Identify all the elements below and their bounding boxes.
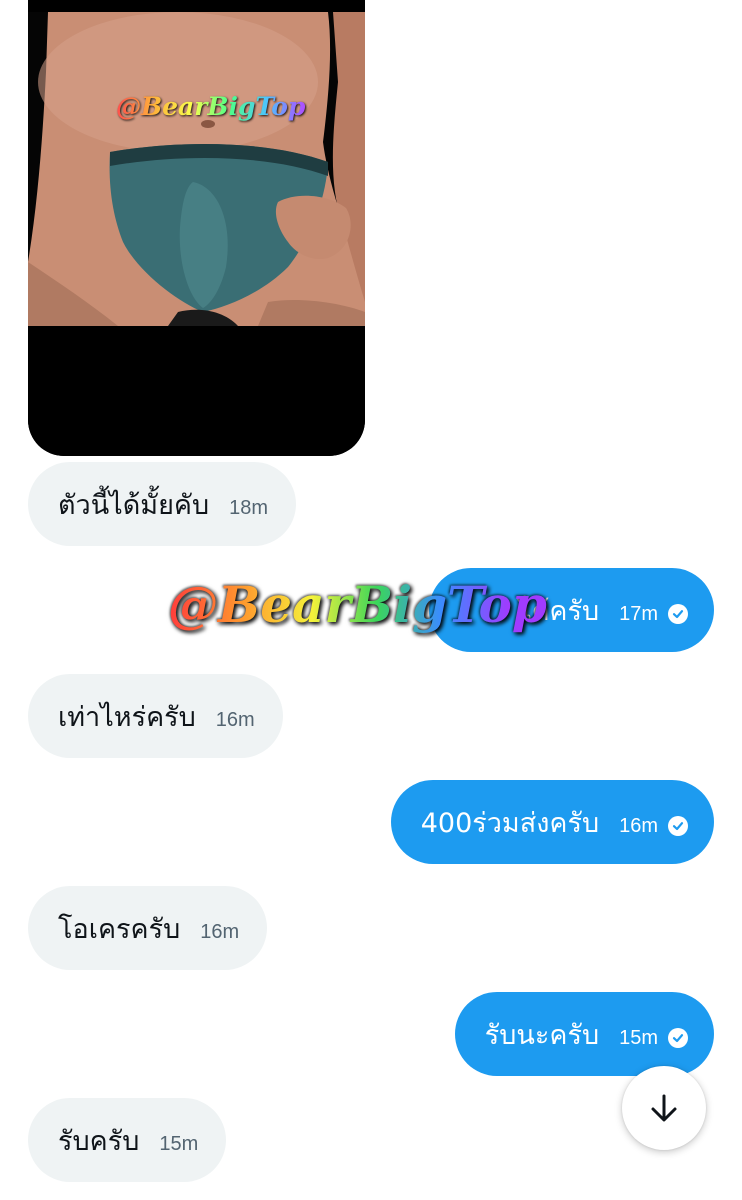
outgoing-message[interactable]: 400ร่วมส่งครับ 16m bbox=[390, 780, 714, 864]
message-text: เท่าไหร่ครับ bbox=[58, 701, 196, 733]
message-timestamp: 17m bbox=[619, 602, 658, 625]
message-text: รับนะครับ bbox=[484, 1019, 600, 1051]
check-circle-icon bbox=[668, 816, 688, 836]
overlay-watermark: @BearBigTop bbox=[168, 575, 547, 634]
check-circle-icon bbox=[668, 1028, 688, 1048]
message-timestamp: 15m bbox=[159, 1132, 199, 1155]
incoming-message[interactable]: ตัวนี้ได้มั้ยคับ 18m bbox=[28, 462, 296, 546]
incoming-message[interactable]: เท่าไหร่ครับ 16m bbox=[28, 674, 283, 758]
message-photo[interactable]: @BearBigTop bbox=[28, 12, 365, 326]
image-message[interactable]: @BearBigTop bbox=[28, 0, 365, 456]
arrow-down-icon bbox=[651, 1094, 677, 1122]
check-circle-icon bbox=[668, 604, 688, 624]
incoming-message[interactable]: โอเครครับ 16m bbox=[28, 886, 268, 970]
message-timestamp: 16m bbox=[200, 920, 240, 943]
message-text: โอเครครับ bbox=[58, 913, 181, 945]
message-timestamp: 16m bbox=[619, 814, 658, 837]
message-text: ตัวนี้ได้มั้ยคับ bbox=[58, 489, 210, 521]
message-timestamp: 15m bbox=[619, 1026, 658, 1049]
photo-letterbox bbox=[28, 326, 365, 456]
dm-conversation: @BearBigTop ตัวนี้ได้มั้ยคับ 18m ได้ครับ… bbox=[0, 0, 742, 1200]
photo-illustration bbox=[28, 12, 365, 326]
outgoing-message[interactable]: รับนะครับ 15m bbox=[454, 992, 714, 1076]
photo-watermark: @BearBigTop bbox=[116, 92, 306, 121]
message-timestamp: 18m bbox=[229, 496, 268, 519]
incoming-message[interactable]: รับครับ 15m bbox=[28, 1098, 227, 1182]
message-text: รับครับ bbox=[58, 1125, 140, 1157]
scroll-to-bottom-button[interactable] bbox=[622, 1066, 706, 1150]
message-text: 400ร่วมส่งครับ bbox=[420, 807, 600, 839]
message-timestamp: 16m bbox=[215, 708, 255, 731]
